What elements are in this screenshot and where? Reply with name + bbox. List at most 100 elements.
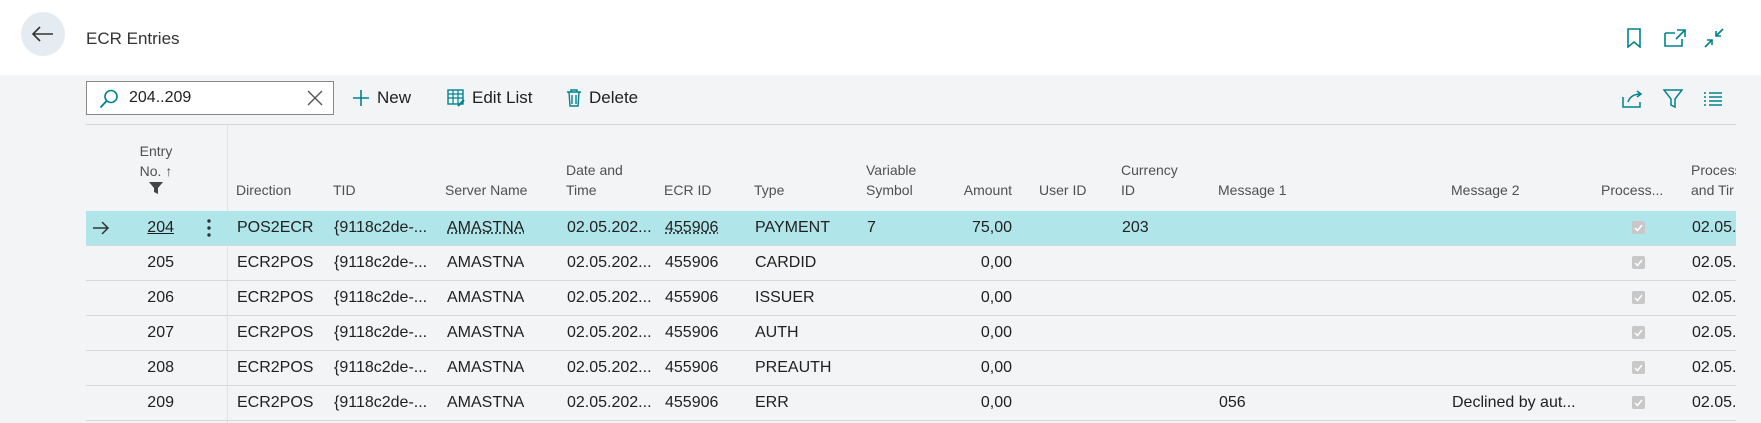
table-row[interactable]: 208 ECR2POS {9118c2de-... AMASTNA 02.05.…: [86, 351, 1736, 386]
cell-type: AUTH: [755, 324, 799, 341]
checkmark-icon: [1634, 224, 1643, 232]
header-message-2[interactable]: Message 2: [1451, 180, 1519, 200]
close-icon[interactable]: [307, 90, 323, 106]
cell-direction: POS2ECR: [237, 219, 314, 236]
processed-checkbox: [1632, 396, 1645, 409]
cell-date: 02.05.202...: [567, 219, 652, 236]
table-row[interactable]: 209 ECR2POS {9118c2de-... AMASTNA 02.05.…: [86, 386, 1736, 421]
cell-message-1: 056: [1219, 394, 1246, 411]
back-button[interactable]: [21, 12, 65, 56]
entries-table: Entry No. ↑ Direction TID Server Name Da…: [86, 125, 1736, 423]
collapse-button[interactable]: [1700, 24, 1728, 52]
delete-button[interactable]: Delete: [566, 83, 638, 113]
cell-ecr-id[interactable]: 455906: [665, 211, 718, 245]
cell-amount: 0,00: [980, 254, 1012, 271]
cell-processed-at: 02.05.: [1692, 324, 1736, 341]
edit-list-button-label: Edit List: [472, 88, 533, 107]
cell-ecr-id: 455906: [665, 324, 719, 341]
header-date-line2: Time: [566, 182, 597, 198]
processed-checkbox: [1632, 221, 1645, 234]
cell-amount: 0,00: [980, 394, 1012, 411]
cell-currency-id: 203: [1122, 219, 1149, 236]
header-variable-symbol[interactable]: Variable Symbol: [866, 160, 916, 200]
cell-ecr-id: 455906: [665, 289, 719, 306]
cell-tid: {9118c2de-...: [334, 254, 428, 271]
header-type[interactable]: Type: [754, 180, 784, 200]
cell-tid: {9118c2de-...: [334, 219, 428, 236]
header-processed-at-line1: Process: [1691, 162, 1736, 178]
cell-date: 02.05.202...: [567, 359, 652, 376]
header-varsym-line1: Variable: [866, 162, 917, 178]
header-processed-at[interactable]: Process and Tir: [1691, 160, 1736, 200]
cell-tid: {9118c2de-...: [334, 324, 428, 341]
table-row[interactable]: 207 ECR2POS {9118c2de-... AMASTNA 02.05.…: [86, 316, 1736, 351]
open-in-new-window-icon: [1664, 29, 1686, 47]
header-currency-line2: ID: [1121, 182, 1135, 198]
cell-message-2: [1452, 351, 1587, 385]
cell-message-2: [1452, 316, 1587, 350]
cell-processed-at: 02.05.: [1692, 394, 1736, 411]
header-server-name[interactable]: Server Name: [445, 180, 527, 200]
cell-amount: 0,00: [980, 324, 1012, 341]
cell-entry-no: 205: [147, 254, 174, 271]
entry-no-link[interactable]: 204: [136, 211, 174, 245]
edit-list-button[interactable]: Edit List: [447, 83, 532, 113]
current-row-arrow-icon: [93, 221, 110, 235]
processed-checkbox: [1632, 291, 1645, 304]
cell-processed-at: 02.05.: [1692, 254, 1736, 271]
row-actions-icon[interactable]: [207, 219, 211, 237]
header-message-1[interactable]: Message 1: [1218, 180, 1286, 200]
cell-date: 02.05.202...: [567, 254, 652, 271]
table-row[interactable]: 206 ECR2POS {9118c2de-... AMASTNA 02.05.…: [86, 281, 1736, 316]
new-button-label: New: [377, 88, 412, 107]
bookmark-icon: [1627, 28, 1641, 48]
checkmark-icon: [1634, 294, 1643, 302]
header-ecr-id[interactable]: ECR ID: [664, 180, 711, 200]
header-amount[interactable]: Amount: [946, 180, 1012, 200]
cell-direction: ECR2POS: [237, 324, 314, 341]
search-input[interactable]: [129, 87, 279, 109]
header-user-id[interactable]: User ID: [1039, 180, 1086, 200]
cell-ecr-id: 455906: [665, 254, 719, 271]
share-icon: [1622, 90, 1643, 108]
table-row[interactable]: 204 POS2ECR {9118c2de-... AMASTNA 02.05.…: [86, 211, 1736, 246]
page-header: ECR Entries: [0, 0, 1761, 75]
header-entry-no[interactable]: Entry No. ↑: [136, 141, 176, 194]
cell-message-2: [1452, 281, 1587, 315]
cell-direction: ECR2POS: [237, 359, 314, 376]
cell-tid: {9118c2de-...: [334, 359, 428, 376]
cell-type: ERR: [755, 394, 789, 411]
filter-icon: [149, 182, 163, 194]
cell-server-name[interactable]: AMASTNA: [447, 211, 524, 245]
processed-checkbox: [1632, 256, 1645, 269]
plus-icon: [353, 90, 369, 106]
filter-button[interactable]: [1659, 85, 1687, 113]
share-button[interactable]: [1619, 85, 1647, 113]
cell-direction: ECR2POS: [237, 289, 314, 306]
cell-date: 02.05.202...: [567, 324, 652, 341]
cell-type: PREAUTH: [755, 359, 832, 376]
cell-amount: 0,00: [980, 289, 1012, 306]
header-tid[interactable]: TID: [333, 180, 356, 200]
cell-server-name: AMASTNA: [447, 324, 525, 341]
header-date-line1: Date and: [566, 162, 623, 178]
header-processed[interactable]: Process...: [1601, 180, 1663, 200]
search-icon: [99, 89, 118, 109]
header-entry-no-line2: No. ↑: [139, 163, 173, 179]
table-row[interactable]: 205 ECR2POS {9118c2de-... AMASTNA 02.05.…: [86, 246, 1736, 281]
cell-message-2: Declined by aut...: [1452, 394, 1576, 411]
header-currency-id[interactable]: Currency ID: [1121, 160, 1178, 200]
header-direction[interactable]: Direction: [236, 180, 291, 200]
new-button[interactable]: New: [352, 83, 411, 113]
bookmark-button[interactable]: [1620, 24, 1648, 52]
search-box[interactable]: [86, 81, 334, 115]
collapse-icon: [1704, 28, 1724, 48]
header-date-time[interactable]: Date and Time: [566, 160, 623, 200]
cell-server-name: AMASTNA: [447, 359, 525, 376]
list-view-button[interactable]: [1699, 85, 1727, 113]
back-arrow-icon: [32, 26, 53, 42]
page-title: ECR Entries: [86, 29, 180, 48]
cell-amount: 0,00: [980, 359, 1012, 376]
open-new-window-button[interactable]: [1661, 24, 1689, 52]
cell-message-2: [1452, 211, 1587, 245]
